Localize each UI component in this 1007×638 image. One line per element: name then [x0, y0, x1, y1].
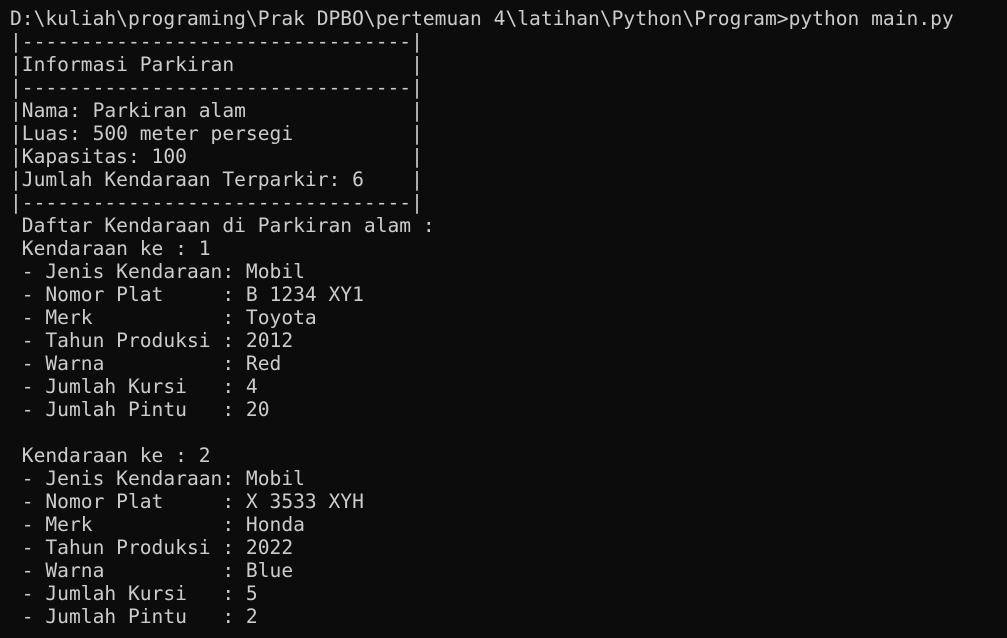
vehicle-tahun: - Tahun Produksi : 2022 — [10, 536, 294, 559]
vehicle-pintu: - Jumlah Pintu : 2 — [10, 605, 258, 628]
box-border-separator: |---------------------------------| — [10, 76, 423, 99]
vehicle-header: Kendaraan ke : 2 — [10, 444, 211, 467]
vehicle-warna: - Warna : Blue — [10, 559, 294, 582]
vehicle-plat: - Nomor Plat : X 3533 XYH — [10, 490, 364, 513]
vehicle-jenis: - Jenis Kendaraan: Mobil — [10, 260, 305, 283]
vehicle-kursi: - Jumlah Kursi : 5 — [10, 582, 258, 605]
vehicle-block-2: Kendaraan ke : 2 - Jenis Kendaraan: Mobi… — [10, 444, 1007, 628]
terminal-window[interactable]: D:\kuliah\programing\Prak DPBO\pertemuan… — [0, 0, 1007, 638]
box-border-top: |---------------------------------| — [10, 30, 423, 53]
vehicle-warna: - Warna : Red — [10, 352, 282, 375]
vehicle-header: Kendaraan ke : 1 — [10, 237, 211, 260]
box-title: |Informasi Parkiran | — [10, 53, 423, 76]
box-kapasitas: |Kapasitas: 100 | — [10, 145, 423, 168]
daftar-heading: Daftar Kendaraan di Parkiran alam : — [10, 214, 435, 237]
box-border-bottom: |---------------------------------| — [10, 191, 423, 214]
command-prompt-line: D:\kuliah\programing\Prak DPBO\pertemuan… — [10, 7, 954, 30]
vehicle-plat: - Nomor Plat : B 1234 XY1 — [10, 283, 364, 306]
box-nama: |Nama: Parkiran alam | — [10, 99, 423, 122]
vehicle-merk: - Merk : Toyota — [10, 306, 317, 329]
box-jumlah-kendaraan: |Jumlah Kendaraan Terparkir: 6 | — [10, 168, 423, 191]
vehicle-pintu: - Jumlah Pintu : 20 — [10, 398, 270, 421]
vehicle-merk: - Merk : Honda — [10, 513, 305, 536]
vehicle-jenis: - Jenis Kendaraan: Mobil — [10, 467, 305, 490]
vehicle-tahun: - Tahun Produksi : 2012 — [10, 329, 294, 352]
box-luas: |Luas: 500 meter persegi | — [10, 122, 423, 145]
vehicle-block-1: Kendaraan ke : 1 - Jenis Kendaraan: Mobi… — [10, 237, 1007, 421]
vehicle-kursi: - Jumlah Kursi : 4 — [10, 375, 258, 398]
